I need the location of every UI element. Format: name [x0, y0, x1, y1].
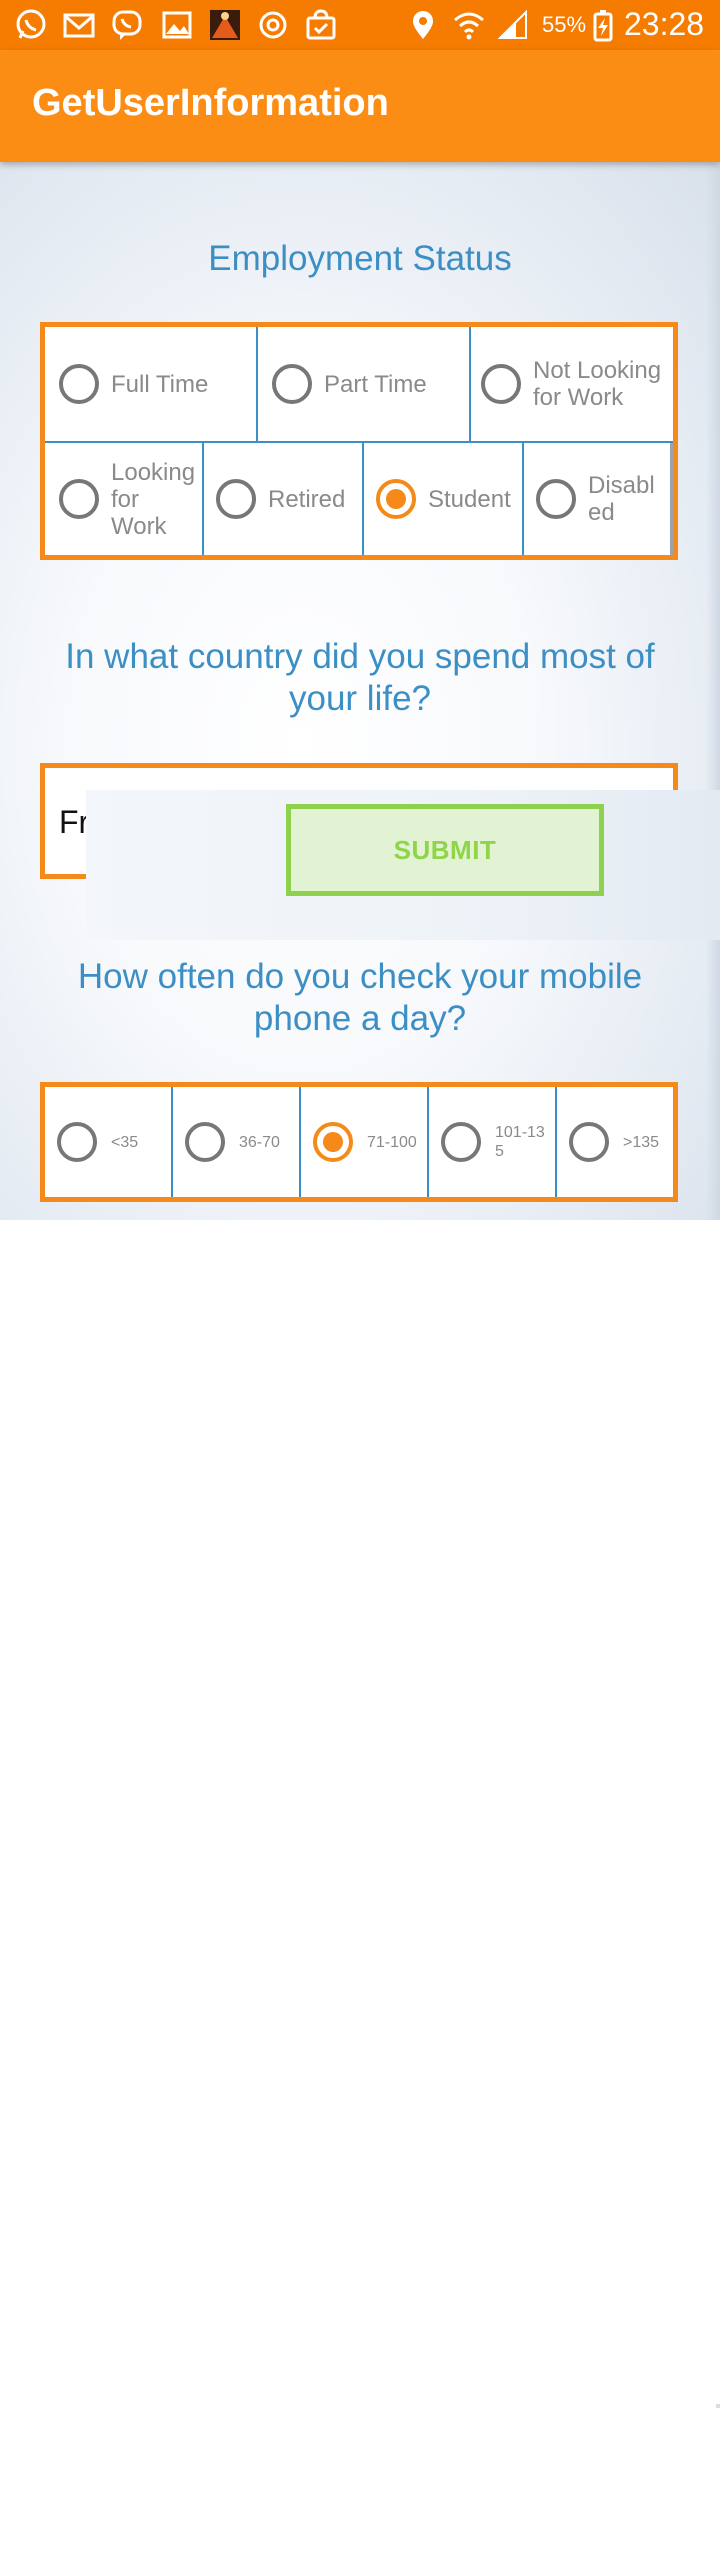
option-label: 71-100: [367, 1133, 417, 1151]
option-label: <35: [111, 1133, 139, 1151]
option-label: Retired: [268, 485, 346, 513]
country-input[interactable]: Fr: [59, 804, 89, 841]
screen: 55% 23:28 GetUserInformation Employment …: [0, 0, 720, 2560]
radio-dot: [386, 489, 406, 509]
phone-option-lt35[interactable]: <35: [45, 1087, 173, 1197]
submit-button[interactable]: SUBMIT: [286, 804, 604, 896]
option-label: Student: [428, 485, 511, 513]
radio-button[interactable]: [185, 1122, 225, 1162]
edge-artifact: [716, 2404, 720, 2408]
employment-option-full-time[interactable]: Full Time: [45, 327, 258, 443]
employment-options: Full Time Part Time Not Looking for Work…: [40, 322, 678, 560]
phone-option-gt135[interactable]: >135: [557, 1087, 673, 1197]
wifi-icon: [452, 8, 486, 42]
radio-dot: [323, 1132, 343, 1152]
phone-check-options: <35 36-70 71-100 101-135 >135: [40, 1082, 678, 1202]
employment-option-disabled[interactable]: Disabled: [524, 443, 673, 555]
radio-button[interactable]: [272, 364, 312, 404]
option-label: Not Looking for Work: [533, 357, 662, 411]
radio-button[interactable]: [216, 479, 256, 519]
gallery-icon: [160, 8, 194, 42]
app-title: GetUserInformation: [32, 82, 389, 124]
whatsapp-icon: [14, 8, 48, 42]
radio-button[interactable]: [536, 479, 576, 519]
scroll-edge: [706, 162, 720, 1220]
status-bar: 55% 23:28: [0, 0, 720, 50]
option-label: >135: [623, 1133, 660, 1151]
option-label: Part Time: [324, 370, 427, 398]
option-label: 36-70: [239, 1133, 280, 1151]
signal-icon: [496, 8, 530, 42]
employment-option-retired[interactable]: Retired: [204, 443, 364, 555]
employment-question: Employment Status: [208, 239, 512, 278]
option-label: Full Time: [111, 370, 209, 398]
clock: 23:28: [624, 6, 705, 42]
battery-charging-icon: [586, 8, 620, 42]
radio-button[interactable]: [569, 1122, 609, 1162]
radio-button-selected[interactable]: [313, 1122, 353, 1162]
radio-button[interactable]: [57, 1122, 97, 1162]
radio-button[interactable]: [441, 1122, 481, 1162]
gmail-icon: [62, 8, 96, 42]
phone-option-101-135[interactable]: 101-135: [429, 1087, 557, 1197]
phone-option-71-100[interactable]: 71-100: [301, 1087, 429, 1197]
battery-percent: 55%: [542, 12, 587, 37]
employment-option-part-time[interactable]: Part Time: [258, 327, 471, 443]
store-bag-icon: [304, 8, 338, 42]
option-label: Looking for Work: [111, 458, 196, 540]
employment-option-looking[interactable]: Looking for Work: [45, 443, 204, 555]
phone-option-36-70[interactable]: 36-70: [173, 1087, 301, 1197]
country-question: In what country did you spend most of yo…: [65, 637, 655, 718]
radio-button[interactable]: [481, 364, 521, 404]
viber-icon: [110, 8, 144, 42]
app-bar: GetUserInformation: [0, 50, 720, 162]
employment-option-student[interactable]: Student: [364, 443, 524, 555]
radio-button[interactable]: [59, 364, 99, 404]
employment-option-not-looking[interactable]: Not Looking for Work: [471, 327, 673, 443]
option-label: Disabled: [588, 472, 655, 526]
location-icon: [406, 8, 440, 42]
phone-check-question: How often do you check your mobile phone…: [77, 957, 643, 1038]
sync-icon: [256, 8, 290, 42]
game-icon: [208, 8, 242, 42]
submit-panel: SUBMIT: [86, 790, 720, 940]
radio-button-selected[interactable]: [376, 479, 416, 519]
radio-button[interactable]: [59, 479, 99, 519]
option-label: 101-135: [495, 1124, 545, 1160]
